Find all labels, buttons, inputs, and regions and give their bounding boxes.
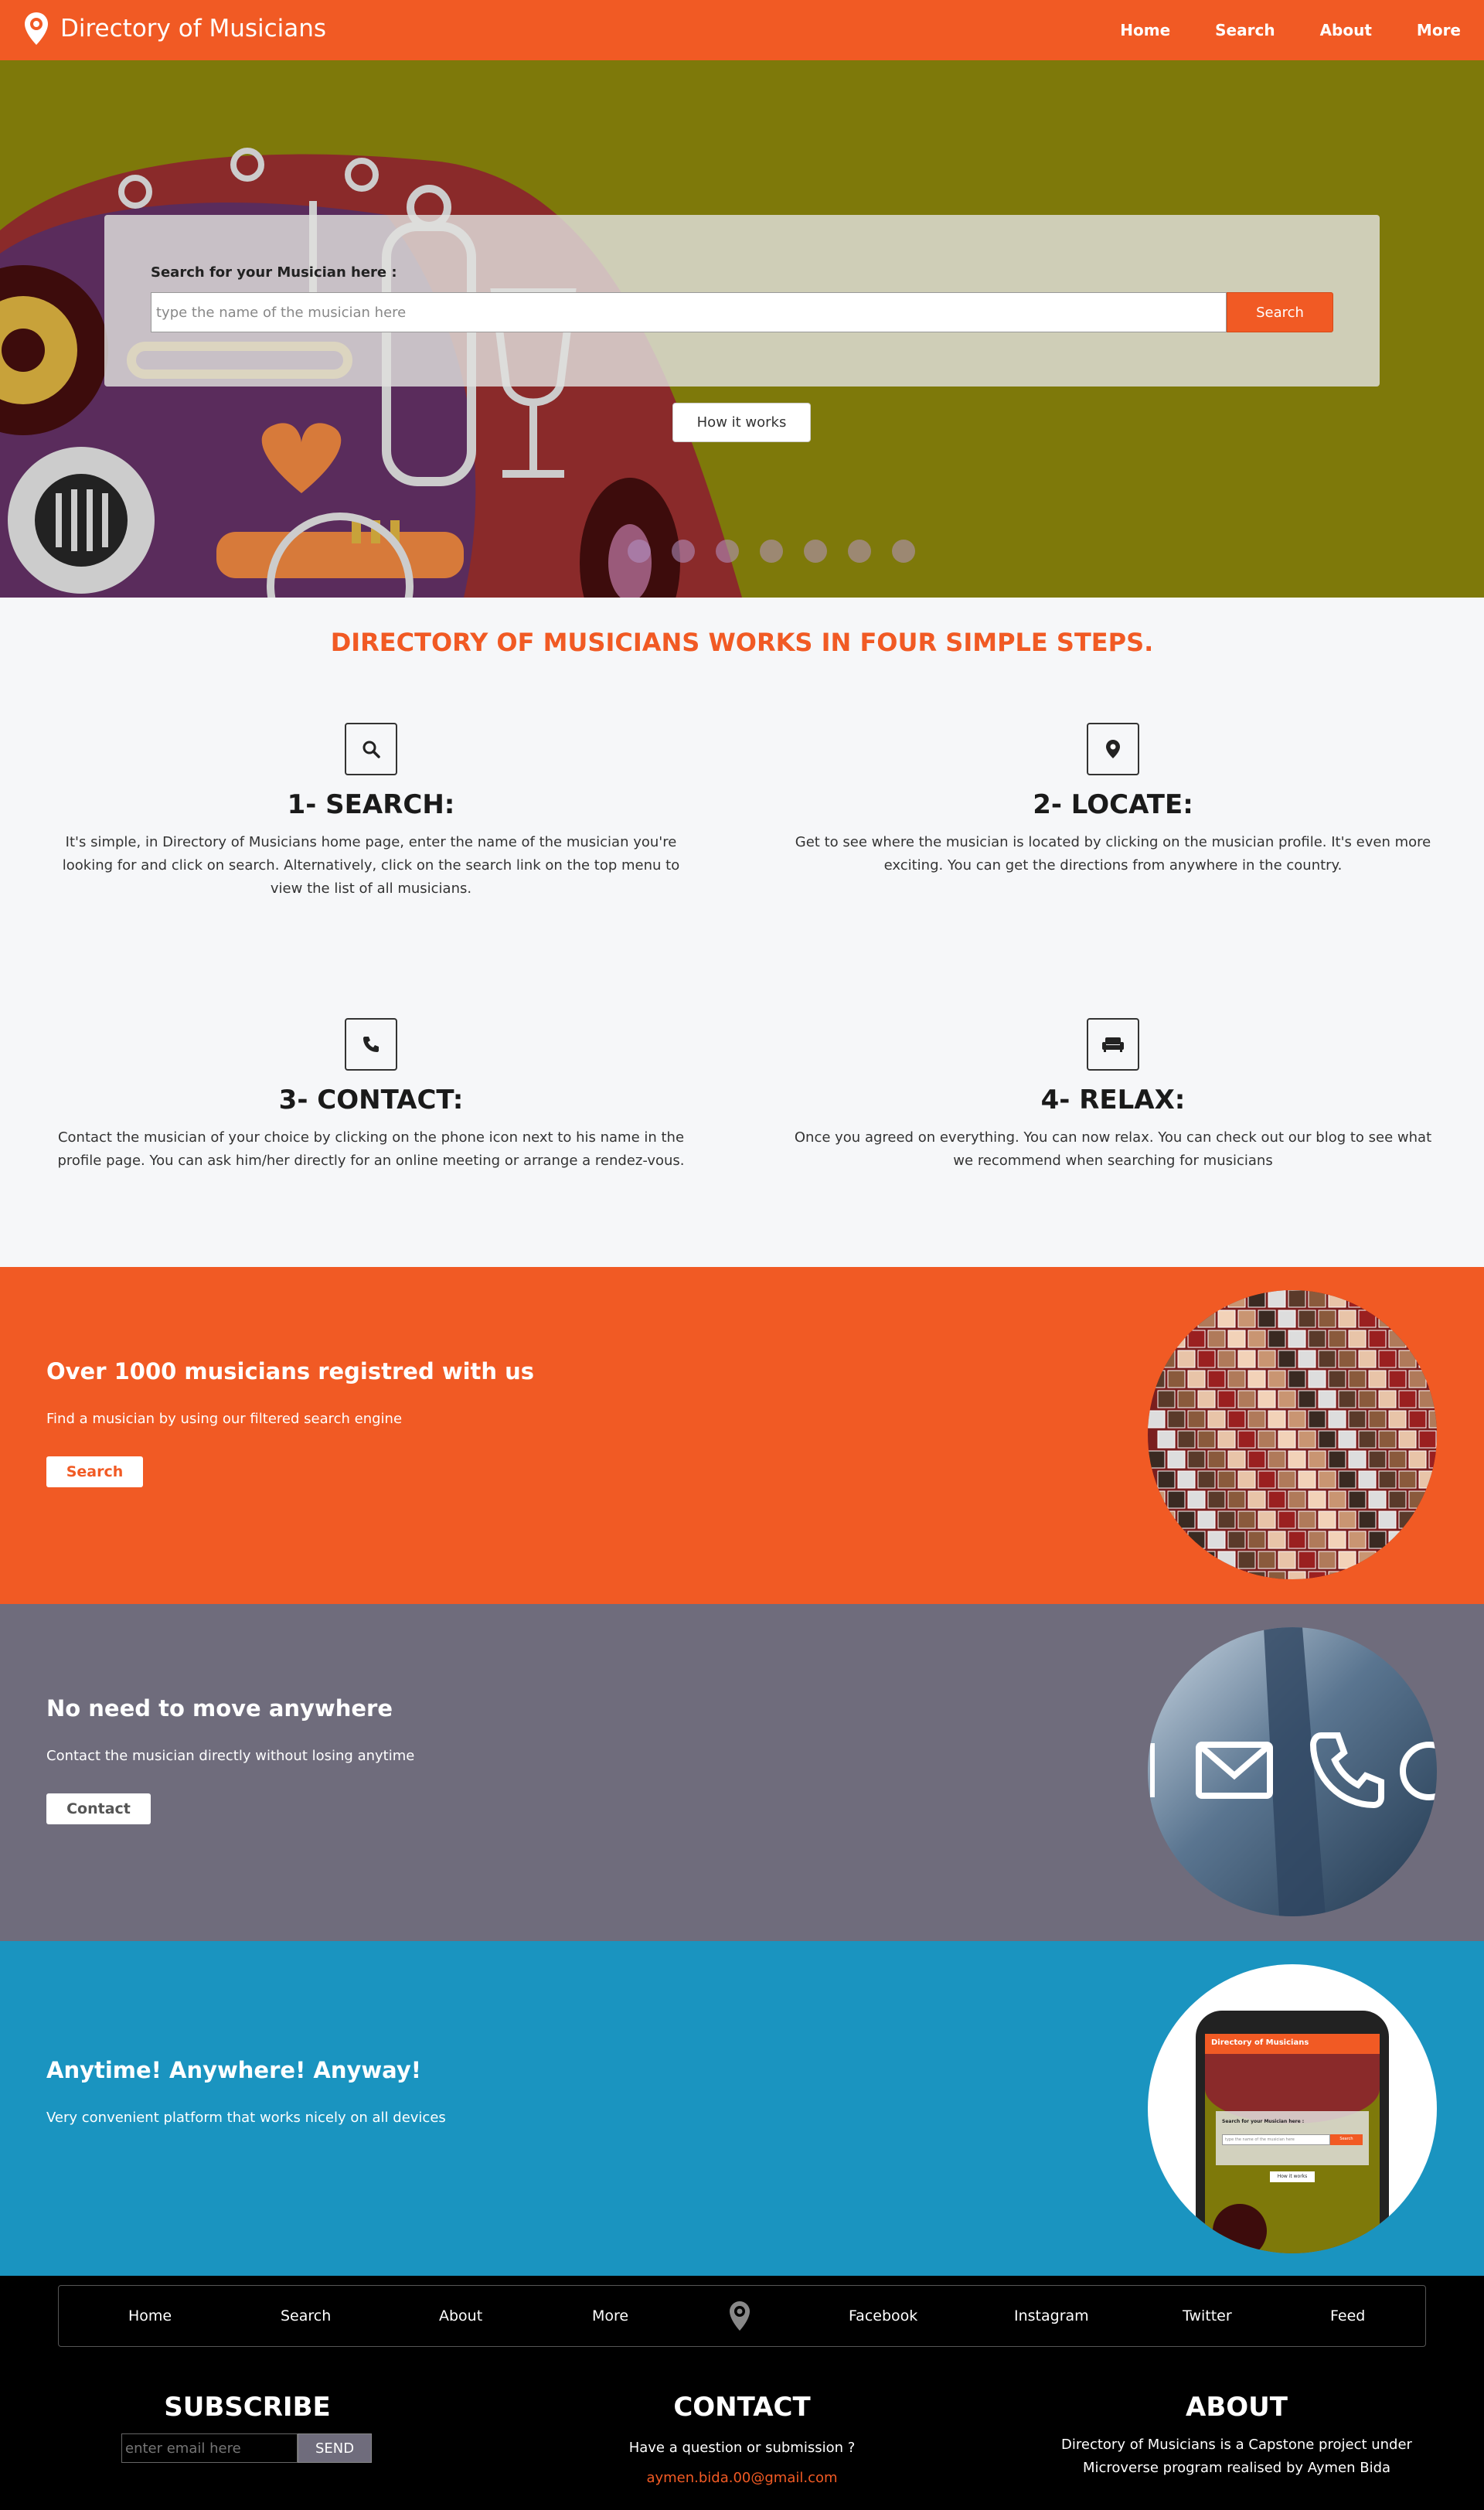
search-button[interactable]: Search [1227, 292, 1333, 332]
footer-nav-facebook[interactable]: Facebook [849, 2307, 917, 2324]
search-panel: Search for your Musician here : Search [104, 215, 1380, 387]
carousel-dot[interactable] [804, 540, 827, 563]
search-icon [345, 723, 397, 775]
search-label: Search for your Musician here : [151, 264, 397, 281]
phone-search-panel: Search for your Musician here : type the… [1216, 2111, 1369, 2165]
contact-column: CONTACT Have a question or submission ? … [587, 2392, 897, 2486]
step-text: Get to see where the musician is located… [795, 834, 1431, 874]
phone-icon [345, 1018, 397, 1071]
phone-screen: Directory of Musicians Search for your M… [1205, 2034, 1380, 2253]
nav-search[interactable]: Search [1215, 21, 1275, 39]
footer-nav-more[interactable]: More [592, 2307, 628, 2324]
map-marker-icon [25, 12, 48, 45]
band-search-button[interactable]: Search [46, 1456, 143, 1487]
musician-search-input[interactable] [151, 292, 1227, 332]
step-locate: 2- LOCATE: Get to see where the musician… [781, 723, 1445, 877]
step-search: 1- SEARCH: It's simple, in Directory of … [39, 723, 703, 901]
section-title: No need to move anywhere [46, 1695, 393, 1722]
how-it-works-button[interactable]: How it works [672, 403, 811, 442]
couch-icon [1087, 1018, 1139, 1071]
contact-title: CONTACT [673, 2392, 811, 2423]
phone-mockup-image: Directory of Musicians Search for your M… [1148, 1964, 1437, 2253]
phone-search-label: Search for your Musician here : [1222, 2119, 1305, 2124]
section-text: Very convenient platform that works nice… [46, 2110, 446, 2126]
map-marker-icon [1087, 723, 1139, 775]
nav-more[interactable]: More [1417, 21, 1461, 39]
step-title: 1- SEARCH: [287, 789, 455, 820]
step-title: 2- LOCATE: [1033, 789, 1193, 820]
footer: Home Search About More Facebook Instagra… [0, 2276, 1484, 2510]
step-text: It's simple, in Directory of Musicians h… [62, 834, 680, 897]
subscribe-title: SUBSCRIBE [164, 2392, 331, 2423]
footer-nav-home[interactable]: Home [128, 2307, 172, 2324]
footer-nav-feed[interactable]: Feed [1330, 2307, 1365, 2324]
phone-search-input: type the name of the musician here [1222, 2134, 1330, 2145]
musicians-collage-image [1148, 1290, 1437, 1579]
brand-title: Directory of Musicians [60, 15, 327, 43]
carousel-indicators [628, 540, 936, 563]
step-text: Once you agreed on everything. You can n… [794, 1129, 1432, 1169]
contact-directly-section: No need to move anywhere Contact the mus… [0, 1604, 1484, 1941]
phone-navbar: Directory of Musicians [1205, 2034, 1380, 2054]
footer-nav-about[interactable]: About [439, 2307, 482, 2324]
about-column: ABOUT Directory of Musicians is a Capsto… [1020, 2392, 1453, 2480]
carousel-dot[interactable] [716, 540, 739, 563]
band-contact-button[interactable]: Contact [46, 1793, 151, 1824]
step-contact: 3- CONTACT: Contact the musician of your… [39, 1018, 703, 1173]
nav-about[interactable]: About [1320, 21, 1372, 39]
footer-map-marker-icon[interactable] [728, 2300, 751, 2332]
contact-text: Have a question or submission ? [628, 2440, 856, 2456]
steps-heading: DIRECTORY OF MUSICIANS WORKS IN FOUR SIM… [330, 628, 1154, 657]
footer-nav-search[interactable]: Search [281, 2307, 331, 2324]
phone-art-circle [1213, 2204, 1267, 2253]
nav-links: Home Search About More [1075, 0, 1461, 60]
carousel-dot[interactable] [892, 540, 915, 563]
step-title: 3- CONTACT: [278, 1085, 464, 1115]
footer-nav-twitter[interactable]: Twitter [1183, 2307, 1232, 2324]
phone-search-button: Search [1330, 2134, 1363, 2145]
about-text: Directory of Musicians is a Capstone pro… [1061, 2437, 1412, 2476]
brand[interactable]: Directory of Musicians [23, 11, 326, 46]
step-text: Contact the musician of your choice by c… [57, 1129, 685, 1169]
navbar: Directory of Musicians Home Search About… [0, 0, 1484, 60]
musicians-count-section: Over 1000 musicians registred with us Fi… [0, 1267, 1484, 1604]
subscribe-send-button[interactable]: SEND [298, 2433, 372, 2463]
section-text: Contact the musician directly without lo… [46, 1748, 415, 1764]
phone-how-button: How it works [1270, 2171, 1315, 2182]
phone-frame: Directory of Musicians Search for your M… [1196, 2011, 1389, 2253]
carousel-dot[interactable] [848, 540, 871, 563]
step-title: 4- RELAX: [1040, 1085, 1186, 1115]
step-relax: 4- RELAX: Once you agreed on everything.… [781, 1018, 1445, 1173]
contact-icons-image [1148, 1627, 1437, 1916]
carousel-dot[interactable] [672, 540, 695, 563]
hero-carousel: Search for your Musician here : Search H… [0, 60, 1484, 598]
nav-home[interactable]: Home [1120, 21, 1170, 39]
subscribe-column: SUBSCRIBE [93, 2392, 402, 2423]
footer-nav-instagram[interactable]: Instagram [1014, 2307, 1089, 2324]
carousel-dot[interactable] [628, 540, 651, 563]
carousel-dot[interactable] [760, 540, 783, 563]
about-title: ABOUT [1186, 2392, 1288, 2423]
footer-nav: Home Search About More Facebook Instagra… [58, 2285, 1426, 2347]
section-title: Over 1000 musicians registred with us [46, 1358, 535, 1384]
devices-section: Anytime! Anywhere! Anyway! Very convenie… [0, 1941, 1484, 2278]
subscribe-email-input[interactable] [121, 2433, 298, 2463]
contact-email-link[interactable]: aymen.bida.00@gmail.com [587, 2470, 897, 2486]
section-title: Anytime! Anywhere! Anyway! [46, 2057, 421, 2083]
section-text: Find a musician by using our filtered se… [46, 1411, 403, 1427]
